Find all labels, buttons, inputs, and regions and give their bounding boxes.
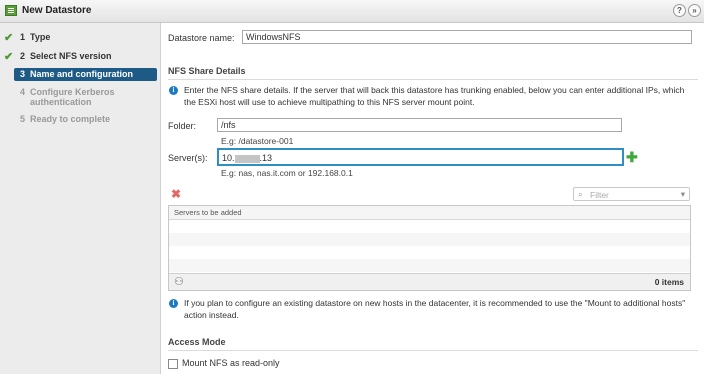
step-label: Configure Kerberos authentication — [30, 87, 115, 107]
dialog-title: New Datastore — [22, 5, 92, 16]
help-button[interactable]: ? — [673, 4, 686, 17]
table-row — [169, 246, 690, 259]
servers-label: Server(s): — [168, 153, 208, 163]
step-ready-to-complete: 5 Ready to complete — [0, 113, 158, 125]
mount-hosts-info-text: If you plan to configure an existing dat… — [184, 298, 686, 320]
folder-input[interactable] — [217, 118, 622, 132]
step-configure-kerberos: 4 Configure Kerberos authentication — [0, 86, 158, 108]
step-number: 5 — [20, 114, 26, 124]
table-row — [169, 259, 690, 272]
server-value-suffix: .13 — [259, 153, 273, 163]
folder-hint: E.g: /datastore-001 — [221, 136, 294, 146]
servers-table: Servers to be added ⚇ 0 items — [168, 205, 691, 291]
add-server-icon[interactable]: ✚ — [626, 150, 638, 164]
servers-table-header: Servers to be added — [169, 206, 690, 220]
step-label: Name and configuration — [30, 69, 134, 79]
step-number: 3 — [20, 69, 26, 79]
search-icon: ⌕ — [578, 189, 583, 199]
info-icon: i — [169, 86, 178, 95]
step-number: 4 — [20, 87, 26, 97]
readonly-label[interactable]: Mount NFS as read-only — [182, 358, 280, 368]
step-label: Type — [30, 32, 51, 42]
filter-input[interactable]: ⌕ Filter ▾ — [573, 187, 690, 201]
table-row — [169, 220, 690, 233]
check-icon: ✔ — [4, 32, 14, 44]
step-number: 1 — [20, 32, 26, 42]
binoculars-icon[interactable]: ⚇ — [174, 275, 184, 288]
datastore-name-label: Datastore name: — [168, 33, 235, 43]
servers-table-footer: ⚇ 0 items — [169, 273, 690, 290]
servers-hint: E.g: nas, nas.it.com or 192.168.0.1 — [221, 168, 353, 178]
items-count: 0 items — [654, 277, 684, 287]
step-type[interactable]: ✔ 1 Type — [0, 31, 158, 44]
nfs-share-info-text: Enter the NFS share details. If the serv… — [184, 85, 685, 107]
server-value-prefix: 10. — [222, 153, 235, 163]
dialog-titlebar: New Datastore ? » — [0, 0, 704, 23]
info-icon: i — [169, 299, 178, 308]
folder-label: Folder: — [168, 121, 197, 131]
expand-button[interactable]: » — [688, 4, 701, 17]
step-label: Ready to complete — [30, 114, 111, 124]
wizard-steps-sidebar: ✔ 1 Type ✔ 2 Select NFS version 3 Name a… — [0, 23, 161, 374]
datastore-icon — [5, 5, 17, 16]
step-number: 2 — [20, 51, 26, 61]
check-icon: ✔ — [4, 51, 14, 63]
redacted-segment — [234, 154, 260, 163]
wizard-content: Datastore name: NFS Share Details i Ente… — [162, 23, 704, 374]
datastore-name-input[interactable] — [242, 30, 692, 44]
nfs-share-details-heading: NFS Share Details — [168, 66, 246, 76]
section-divider — [168, 79, 698, 80]
step-select-nfs-version[interactable]: ✔ 2 Select NFS version — [0, 50, 158, 63]
step-name-and-configuration[interactable]: 3 Name and configuration — [14, 68, 157, 81]
readonly-checkbox[interactable] — [168, 359, 178, 369]
chevron-down-icon: ▾ — [680, 189, 685, 199]
access-mode-heading: Access Mode — [168, 337, 226, 347]
filter-placeholder: Filter — [590, 190, 609, 200]
step-label: Select NFS version — [30, 51, 112, 61]
server-input[interactable]: 10. .13 — [217, 148, 624, 166]
remove-server-icon[interactable]: ✖ — [171, 187, 181, 201]
section-divider — [168, 350, 698, 351]
table-row — [169, 233, 690, 246]
